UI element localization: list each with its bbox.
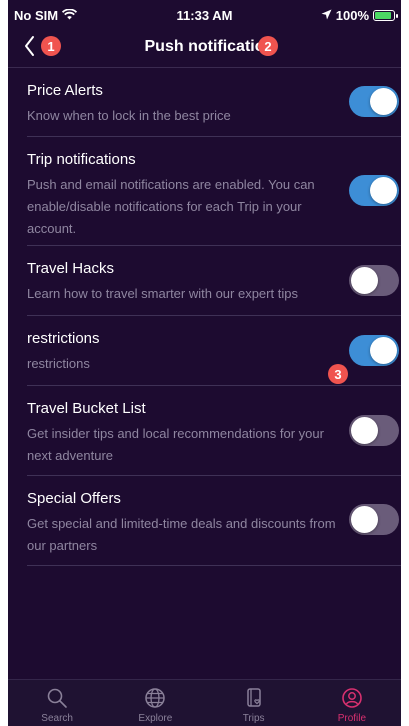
setting-description: Get special and limited-time deals and d… [27, 516, 336, 553]
search-icon [47, 688, 67, 708]
tab-explore[interactable]: Explore [106, 680, 204, 726]
tab-label: Explore [138, 713, 173, 724]
status-bar: No SIM 11:33 AM 100% [8, 0, 401, 26]
restrictions-toggle[interactable] [349, 335, 399, 366]
toggle-knob [370, 337, 397, 364]
toggle-knob [351, 506, 378, 533]
setting-row-special-offers: Special Offers Get special and limited-t… [27, 476, 401, 566]
trips-icon [246, 688, 261, 707]
travel-hacks-toggle[interactable] [349, 265, 399, 296]
setting-description: Push and email notifications are enabled… [27, 177, 315, 236]
setting-title: Special Offers [27, 490, 121, 507]
toggle-knob [370, 88, 397, 115]
settings-list: Price Alerts Know when to lock in the be… [8, 68, 401, 566]
setting-row-travel-hacks: Travel Hacks Learn how to travel smarter… [27, 246, 401, 316]
toggle-knob [370, 177, 397, 204]
trip-notifications-toggle[interactable] [349, 175, 399, 206]
setting-row-restrictions: restrictions restrictions 3 [27, 316, 401, 386]
setting-description: restrictions [27, 356, 90, 371]
setting-title: Price Alerts [27, 82, 103, 99]
profile-icon [342, 688, 362, 708]
setting-title: Travel Bucket List [27, 400, 146, 417]
tab-label: Trips [242, 713, 265, 724]
tab-label: Profile [337, 713, 367, 724]
tab-label: Search [41, 713, 73, 724]
setting-description: Know when to lock in the best price [27, 108, 231, 123]
toggle-knob [351, 267, 378, 294]
travel-bucket-list-toggle[interactable] [349, 415, 399, 446]
setting-title: Travel Hacks [27, 260, 114, 277]
location-arrow-icon [321, 8, 332, 23]
setting-row-price-alerts: Price Alerts Know when to lock in the be… [27, 68, 401, 137]
page-title: Push notificatio [144, 38, 265, 55]
battery-icon [373, 10, 398, 21]
setting-title: restrictions [27, 330, 100, 347]
tab-profile[interactable]: Profile [303, 680, 401, 726]
battery-percent: 100% [335, 8, 369, 23]
special-offers-toggle[interactable] [349, 504, 399, 535]
setting-title: Trip notifications [27, 151, 136, 168]
setting-row-trip-notifications: Trip notifications Push and email notifi… [27, 137, 401, 246]
toggle-knob [351, 417, 378, 444]
status-right: 100% [321, 8, 398, 23]
tab-trips[interactable]: Trips [205, 680, 303, 726]
price-alerts-toggle[interactable] [349, 86, 399, 117]
tab-search[interactable]: Search [8, 680, 106, 726]
tab-bar: Search Explore Trips Profile [8, 679, 401, 726]
globe-icon [145, 688, 166, 708]
setting-description: Learn how to travel smarter with our exp… [27, 286, 298, 301]
setting-row-travel-bucket-list: Travel Bucket List Get insider tips and … [27, 386, 401, 476]
nav-bar: 1 Push notificatio 2 [8, 26, 401, 66]
annotation-badge-3: 3 [328, 364, 348, 384]
annotation-badge-2: 2 [258, 36, 278, 56]
setting-description: Get insider tips and local recommendatio… [27, 426, 324, 463]
screen: No SIM 11:33 AM 100% 1 Push notificatio … [8, 0, 401, 726]
